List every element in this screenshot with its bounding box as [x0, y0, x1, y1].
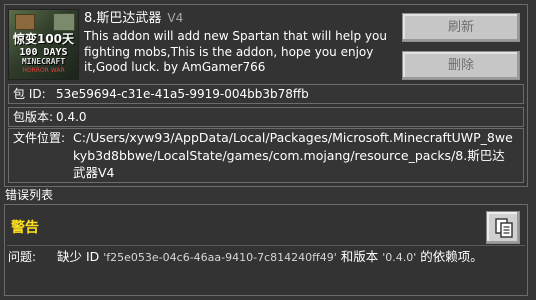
pack-title: 8.斯巴达武器 V4 [84, 10, 183, 27]
pack-version-badge: V4 [167, 11, 184, 25]
issue-middle: 和版本 [336, 249, 383, 264]
package-id-row: 包 ID: 53e59694-c31e-41a5-9919-004bb3b78f… [8, 84, 524, 104]
file-location-row: 文件位置: C:/Users/xyw93/AppData/Local/Packa… [8, 128, 524, 183]
refresh-button[interactable]: 刷新 [402, 13, 520, 42]
error-list-heading: 错误列表 [5, 188, 54, 202]
thumbnail-character-left [15, 14, 35, 30]
issue-message: 缺少 ID 'f25e053e-04c6-46aa-9410-7c814240f… [57, 249, 483, 266]
missing-dependency-version: '0.4.0' [382, 251, 417, 264]
file-location-value: C:/Users/xyw93/AppData/Local/Packages/Mi… [73, 130, 513, 180]
copy-button[interactable] [486, 211, 520, 244]
clipboard-copy-icon [495, 218, 513, 238]
issue-prefix: 缺少 ID [57, 249, 104, 264]
thumbnail-logo: MINECRAFT [21, 57, 66, 66]
package-version-value: 0.4.0 [56, 110, 87, 124]
pack-details-panel: 惊变100天 100 DAYS MINECRAFT HORROR WAR 8.斯… [4, 4, 528, 187]
delete-button[interactable]: 删除 [402, 51, 520, 80]
package-version-row: 包版本: 0.4.0 [8, 107, 524, 127]
pack-thumbnail: 惊变100天 100 DAYS MINECRAFT HORROR WAR [8, 9, 79, 80]
thumbnail-title: 惊变100天 [12, 32, 75, 46]
issue-label: 问题: [8, 250, 37, 264]
issue-suffix: 的依赖项。 [416, 249, 483, 264]
thumbnail-tagline: HORROR WAR [22, 67, 65, 74]
file-location-label: 文件位置: [13, 131, 66, 145]
package-id-value: 53e59694-c31e-41a5-9919-004bb3b78ffb [56, 87, 309, 101]
warning-severity-label: 警告 [11, 220, 39, 236]
error-list-panel: 警告 问题: 缺少 ID 'f25e053e-04c6-46aa-9410-7c… [4, 204, 528, 296]
pack-description: This addon will add new Spartan that wil… [84, 29, 387, 74]
package-version-label: 包版本: [13, 110, 54, 124]
package-id-label: 包 ID: [13, 87, 46, 101]
error-divider [7, 245, 525, 246]
thumbnail-character-right [53, 13, 75, 31]
missing-dependency-id: 'f25e053e-04c6-46aa-9410-7c814240ff49' [103, 251, 337, 264]
pack-name: 8.斯巴达武器 [84, 11, 162, 26]
